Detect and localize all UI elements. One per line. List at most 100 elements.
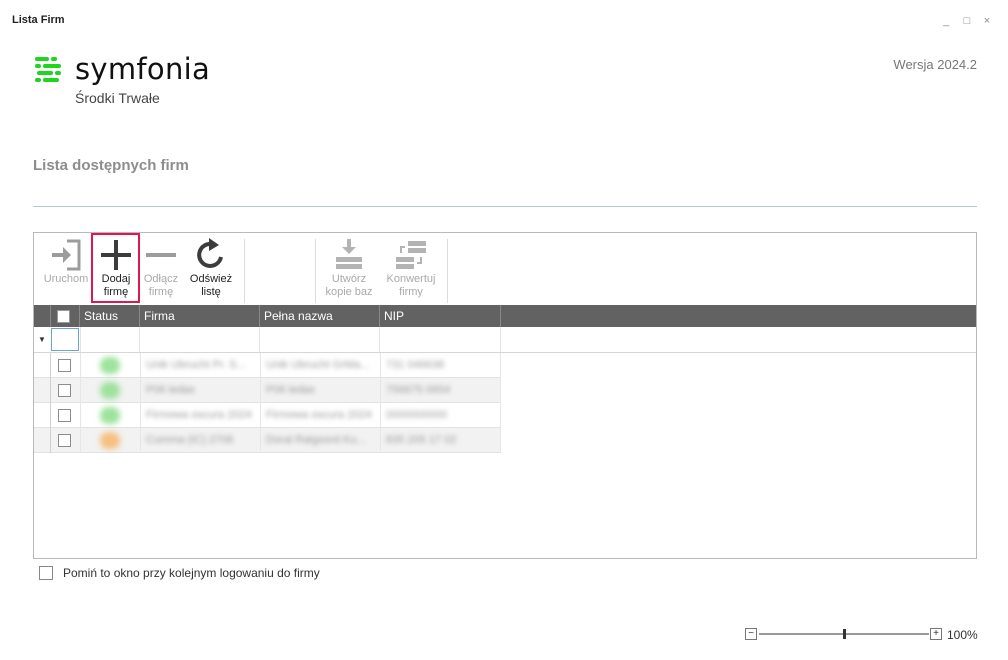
backup-databases-button[interactable]: Utwórz kopie baz bbox=[318, 237, 380, 301]
enter-icon bbox=[52, 239, 81, 271]
column-header-status[interactable]: Status bbox=[80, 305, 140, 327]
column-header-firma[interactable]: Firma bbox=[140, 305, 260, 327]
backup-icon bbox=[336, 239, 362, 269]
column-divider bbox=[500, 378, 501, 403]
column-divider bbox=[140, 378, 141, 403]
row-indicator bbox=[34, 403, 51, 428]
column-divider bbox=[500, 403, 501, 428]
column-divider bbox=[80, 353, 81, 378]
column-divider bbox=[380, 353, 381, 378]
column-divider bbox=[140, 353, 141, 378]
close-button[interactable]: × bbox=[980, 14, 994, 28]
column-divider bbox=[80, 378, 81, 403]
row-checkbox[interactable] bbox=[58, 434, 71, 447]
grid-header: Status Firma Pełna nazwa NIP bbox=[34, 305, 976, 327]
row-indicator bbox=[34, 428, 51, 453]
zoom-in-button[interactable]: + bbox=[930, 628, 942, 640]
filter-cell-full-name[interactable] bbox=[260, 327, 380, 352]
column-divider bbox=[140, 403, 141, 428]
cell-firma: Unik Ubrucht Pr. S... bbox=[146, 359, 246, 371]
column-header-full-name[interactable]: Pełna nazwa bbox=[260, 305, 380, 327]
refresh-list-label: Odśwież listę bbox=[189, 273, 233, 298]
select-all-header bbox=[51, 305, 80, 327]
brand-name: symfonia bbox=[75, 52, 211, 86]
table-row[interactable]: P06 ledas P06 ledas 756875 0654 bbox=[34, 378, 501, 403]
convert-companies-label: Konwertuj firmy bbox=[386, 273, 436, 298]
version-label: Wersja 2024.2 bbox=[893, 57, 977, 72]
detach-company-label: Odłącz firmę bbox=[143, 273, 179, 298]
cell-firma: Firmowa oscura 2024 2 bbox=[146, 409, 254, 421]
refresh-list-button[interactable]: Odśwież listę bbox=[184, 237, 238, 301]
section-divider bbox=[33, 206, 977, 207]
company-list-panel: Uruchom Dodaj firmę Odłącz firmę Odśwież… bbox=[33, 232, 977, 559]
table-row[interactable]: Unik Ubrucht Pr. S... Unik Ubrucht GrMa.… bbox=[34, 353, 501, 378]
column-divider bbox=[80, 403, 81, 428]
filter-cell-select[interactable] bbox=[51, 328, 79, 351]
cell-full-name: Unik Ubrucht GrMa... bbox=[266, 359, 370, 371]
column-divider bbox=[260, 428, 261, 453]
toolbar-separator bbox=[315, 239, 316, 303]
convert-companies-button[interactable]: Konwertuj firmy bbox=[381, 237, 441, 301]
start-button[interactable]: Uruchom bbox=[40, 237, 92, 301]
detach-company-button[interactable]: Odłącz firmę bbox=[140, 237, 182, 301]
column-divider bbox=[500, 428, 501, 453]
row-indicator bbox=[34, 378, 51, 403]
start-label: Uruchom bbox=[43, 273, 89, 285]
toolbar: Uruchom Dodaj firmę Odłącz firmę Odśwież… bbox=[34, 233, 976, 305]
row-indicator-header bbox=[34, 305, 51, 327]
row-indicator bbox=[34, 353, 51, 378]
column-divider bbox=[380, 378, 381, 403]
product-name: Środki Trwałe bbox=[75, 90, 160, 106]
cell-nip: 835 205 17 02 bbox=[386, 434, 457, 446]
column-divider bbox=[260, 403, 261, 428]
cell-full-name: P06 ledas bbox=[266, 384, 315, 396]
filter-cell-nip[interactable] bbox=[380, 327, 501, 352]
cell-full-name: Firmowa oscura 2024 2 bbox=[266, 409, 374, 421]
column-divider bbox=[500, 353, 501, 378]
filter-cell-firma[interactable] bbox=[140, 327, 260, 352]
select-all-checkbox[interactable] bbox=[57, 310, 70, 323]
add-company-highlight bbox=[91, 233, 140, 303]
skip-window-checkbox[interactable] bbox=[39, 566, 53, 580]
cell-nip: 731 046638 bbox=[386, 359, 445, 371]
cell-firma: P06 ledas bbox=[146, 384, 195, 396]
minimize-button[interactable]: _ bbox=[939, 14, 953, 28]
zoom-out-button[interactable]: − bbox=[745, 628, 757, 640]
row-checkbox[interactable] bbox=[58, 359, 71, 372]
skip-window-label[interactable]: Pomiń to okno przy kolejnym logowaniu do… bbox=[63, 566, 320, 580]
column-divider bbox=[380, 428, 381, 453]
refresh-icon bbox=[197, 238, 223, 268]
filter-row: ▼ bbox=[34, 327, 976, 353]
status-indicator bbox=[100, 357, 120, 374]
status-indicator bbox=[100, 432, 120, 449]
column-divider bbox=[80, 428, 81, 453]
filter-icon[interactable]: ▼ bbox=[38, 335, 46, 344]
filter-cell-status[interactable] bbox=[80, 327, 140, 352]
column-divider bbox=[260, 353, 261, 378]
column-divider bbox=[380, 403, 381, 428]
cell-nip: 756875 0654 bbox=[386, 384, 451, 396]
zoom-slider-thumb[interactable] bbox=[843, 629, 846, 639]
cell-full-name: Doral Ralgoord Ku... bbox=[266, 434, 366, 446]
minus-icon bbox=[146, 253, 176, 257]
column-divider bbox=[260, 378, 261, 403]
backup-databases-label: Utwórz kopie baz bbox=[325, 273, 373, 298]
window-title: Lista Firm bbox=[12, 14, 65, 26]
status-indicator bbox=[100, 407, 120, 424]
status-indicator bbox=[100, 382, 120, 399]
symfonia-logo: symfonia Środki Trwałe bbox=[33, 52, 233, 112]
convert-icon bbox=[396, 241, 426, 269]
toolbar-separator bbox=[447, 239, 448, 303]
column-divider bbox=[140, 428, 141, 453]
table-row[interactable]: Cumma (IC) 2706 Doral Ralgoord Ku... 835… bbox=[34, 428, 501, 453]
symfonia-logo-icon bbox=[35, 57, 61, 82]
row-checkbox[interactable] bbox=[58, 384, 71, 397]
row-checkbox[interactable] bbox=[58, 409, 71, 422]
maximize-button[interactable]: □ bbox=[960, 14, 974, 28]
zoom-level: 100% bbox=[947, 628, 978, 642]
section-title: Lista dostępnych firm bbox=[33, 157, 189, 174]
title-bar: Lista Firm _ □ × bbox=[0, 0, 1008, 32]
column-header-nip[interactable]: NIP bbox=[380, 305, 501, 327]
cell-nip: 0000000000 bbox=[386, 409, 448, 421]
table-row[interactable]: Firmowa oscura 2024 2 Firmowa oscura 202… bbox=[34, 403, 501, 428]
